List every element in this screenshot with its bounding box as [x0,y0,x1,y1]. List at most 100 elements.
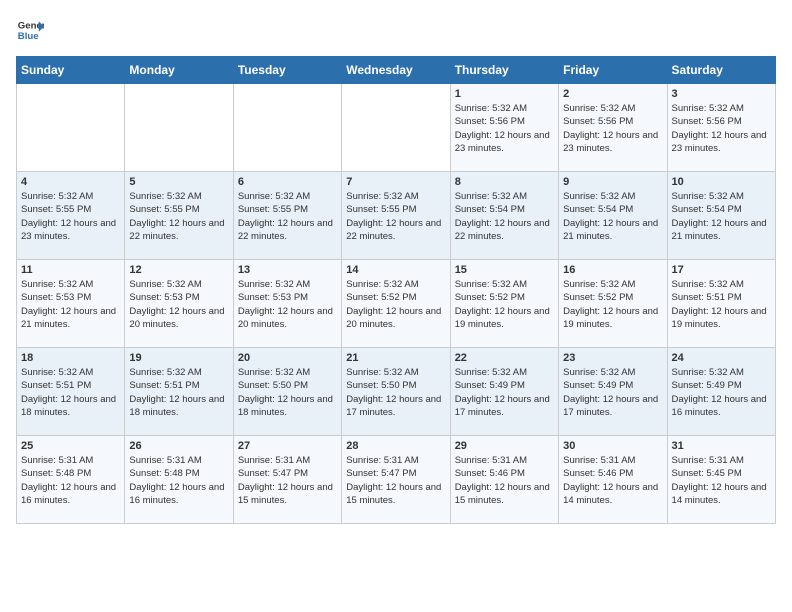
header: General Blue [16,16,776,44]
day-info: Sunrise: 5:32 AM Sunset: 5:49 PM Dayligh… [563,366,662,419]
day-info: Sunrise: 5:32 AM Sunset: 5:49 PM Dayligh… [455,366,554,419]
day-info: Sunrise: 5:31 AM Sunset: 5:45 PM Dayligh… [672,454,771,507]
day-info: Sunrise: 5:32 AM Sunset: 5:54 PM Dayligh… [455,190,554,243]
calendar-week-row: 25Sunrise: 5:31 AM Sunset: 5:48 PM Dayli… [17,436,776,524]
svg-text:Blue: Blue [18,31,39,42]
calendar-cell: 30 Sunrise: 5:31 AM Sunset: 5:46 PM Dayli… [559,436,667,524]
calendar-cell: 14 Sunrise: 5:32 AM Sunset: 5:52 PM Dayli… [342,260,450,348]
logo-icon: General Blue [16,16,44,44]
calendar-cell: 7 Sunrise: 5:32 AM Sunset: 5:55 PM Daylig… [342,172,450,260]
calendar-cell: 8 Sunrise: 5:32 AM Sunset: 5:54 PM Daylig… [450,172,558,260]
weekday-header-friday: Friday [559,57,667,84]
day-info: Sunrise: 5:32 AM Sunset: 5:50 PM Dayligh… [238,366,337,419]
calendar-cell: 18Sunrise: 5:32 AM Sunset: 5:51 PM Dayli… [17,348,125,436]
day-number: 21 [346,352,445,364]
calendar-cell: 12 Sunrise: 5:32 AM Sunset: 5:53 PM Dayli… [125,260,233,348]
day-info: Sunrise: 5:32 AM Sunset: 5:52 PM Dayligh… [346,278,445,331]
day-info: Sunrise: 5:32 AM Sunset: 5:53 PM Dayligh… [129,278,228,331]
day-info: Sunrise: 5:31 AM Sunset: 5:47 PM Dayligh… [238,454,337,507]
calendar-cell: 16 Sunrise: 5:32 AM Sunset: 5:52 PM Dayli… [559,260,667,348]
day-info: Sunrise: 5:32 AM Sunset: 5:56 PM Dayligh… [672,102,771,155]
day-number: 29 [455,440,554,452]
day-info: Sunrise: 5:32 AM Sunset: 5:54 PM Dayligh… [563,190,662,243]
calendar-cell: 10Sunrise: 5:32 AM Sunset: 5:54 PM Dayli… [667,172,775,260]
calendar-week-row: 4 Sunrise: 5:32 AM Sunset: 5:55 PM Daylig… [17,172,776,260]
day-number: 3 [672,88,771,100]
calendar-cell: 17 Sunrise: 5:32 AM Sunset: 5:51 PM Dayli… [667,260,775,348]
calendar-cell [342,84,450,172]
day-number: 19 [129,352,228,364]
calendar-cell: 19 Sunrise: 5:32 AM Sunset: 5:51 PM Dayli… [125,348,233,436]
day-info: Sunrise: 5:31 AM Sunset: 5:48 PM Dayligh… [21,454,120,507]
day-number: 31 [672,440,771,452]
day-info: Sunrise: 5:32 AM Sunset: 5:56 PM Dayligh… [455,102,554,155]
logo: General Blue [16,16,44,44]
day-number: 17 [672,264,771,276]
day-number: 20 [238,352,337,364]
calendar-cell: 9 Sunrise: 5:32 AM Sunset: 5:54 PM Daylig… [559,172,667,260]
day-number: 15 [455,264,554,276]
calendar-cell: 13 Sunrise: 5:32 AM Sunset: 5:53 PM Dayli… [233,260,341,348]
calendar-cell: 24 Sunrise: 5:32 AM Sunset: 5:49 PM Dayli… [667,348,775,436]
calendar-cell: 26 Sunrise: 5:31 AM Sunset: 5:48 PM Dayli… [125,436,233,524]
day-info: Sunrise: 5:32 AM Sunset: 5:50 PM Dayligh… [346,366,445,419]
weekday-header-tuesday: Tuesday [233,57,341,84]
day-info: Sunrise: 5:32 AM Sunset: 5:49 PM Dayligh… [672,366,771,419]
day-number: 22 [455,352,554,364]
day-info: Sunrise: 5:31 AM Sunset: 5:46 PM Dayligh… [455,454,554,507]
day-number: 16 [563,264,662,276]
day-number: 14 [346,264,445,276]
weekday-header-wednesday: Wednesday [342,57,450,84]
weekday-header-sunday: Sunday [17,57,125,84]
day-number: 13 [238,264,337,276]
calendar-cell: 20 Sunrise: 5:32 AM Sunset: 5:50 PM Dayli… [233,348,341,436]
day-number: 7 [346,176,445,188]
day-info: Sunrise: 5:32 AM Sunset: 5:55 PM Dayligh… [21,190,120,243]
calendar-cell: 3 Sunrise: 5:32 AM Sunset: 5:56 PM Daylig… [667,84,775,172]
calendar-cell: 11 Sunrise: 5:32 AM Sunset: 5:53 PM Dayli… [17,260,125,348]
calendar-cell: 28Sunrise: 5:31 AM Sunset: 5:47 PM Dayli… [342,436,450,524]
calendar-cell: 31 Sunrise: 5:31 AM Sunset: 5:45 PM Dayli… [667,436,775,524]
calendar-table: SundayMondayTuesdayWednesdayThursdayFrid… [16,56,776,524]
day-info: Sunrise: 5:32 AM Sunset: 5:52 PM Dayligh… [455,278,554,331]
day-info: Sunrise: 5:32 AM Sunset: 5:53 PM Dayligh… [21,278,120,331]
calendar-cell [125,84,233,172]
day-info: Sunrise: 5:32 AM Sunset: 5:55 PM Dayligh… [129,190,228,243]
day-info: Sunrise: 5:31 AM Sunset: 5:47 PM Dayligh… [346,454,445,507]
calendar-cell: 4 Sunrise: 5:32 AM Sunset: 5:55 PM Daylig… [17,172,125,260]
day-info: Sunrise: 5:32 AM Sunset: 5:55 PM Dayligh… [238,190,337,243]
weekday-header-saturday: Saturday [667,57,775,84]
calendar-week-row: 18Sunrise: 5:32 AM Sunset: 5:51 PM Dayli… [17,348,776,436]
calendar-cell: 25Sunrise: 5:31 AM Sunset: 5:48 PM Dayli… [17,436,125,524]
day-info: Sunrise: 5:31 AM Sunset: 5:46 PM Dayligh… [563,454,662,507]
day-number: 26 [129,440,228,452]
day-info: Sunrise: 5:32 AM Sunset: 5:53 PM Dayligh… [238,278,337,331]
day-number: 27 [238,440,337,452]
calendar-week-row: 11 Sunrise: 5:32 AM Sunset: 5:53 PM Dayli… [17,260,776,348]
day-number: 30 [563,440,662,452]
day-number: 4 [21,176,120,188]
calendar-cell: 22 Sunrise: 5:32 AM Sunset: 5:49 PM Dayli… [450,348,558,436]
day-number: 24 [672,352,771,364]
day-info: Sunrise: 5:32 AM Sunset: 5:51 PM Dayligh… [672,278,771,331]
day-number: 1 [455,88,554,100]
day-number: 10 [672,176,771,188]
day-info: Sunrise: 5:32 AM Sunset: 5:56 PM Dayligh… [563,102,662,155]
day-number: 6 [238,176,337,188]
weekday-header-monday: Monday [125,57,233,84]
day-info: Sunrise: 5:32 AM Sunset: 5:55 PM Dayligh… [346,190,445,243]
day-number: 9 [563,176,662,188]
calendar-cell: 29 Sunrise: 5:31 AM Sunset: 5:46 PM Dayli… [450,436,558,524]
day-number: 8 [455,176,554,188]
calendar-cell [233,84,341,172]
day-number: 11 [21,264,120,276]
calendar-week-row: 1 Sunrise: 5:32 AM Sunset: 5:56 PM Daylig… [17,84,776,172]
calendar-cell: 6 Sunrise: 5:32 AM Sunset: 5:55 PM Daylig… [233,172,341,260]
calendar-cell: 1 Sunrise: 5:32 AM Sunset: 5:56 PM Daylig… [450,84,558,172]
day-number: 2 [563,88,662,100]
day-info: Sunrise: 5:32 AM Sunset: 5:51 PM Dayligh… [129,366,228,419]
day-info: Sunrise: 5:31 AM Sunset: 5:48 PM Dayligh… [129,454,228,507]
day-number: 12 [129,264,228,276]
day-info: Sunrise: 5:32 AM Sunset: 5:52 PM Dayligh… [563,278,662,331]
calendar-cell: 21 Sunrise: 5:32 AM Sunset: 5:50 PM Dayli… [342,348,450,436]
